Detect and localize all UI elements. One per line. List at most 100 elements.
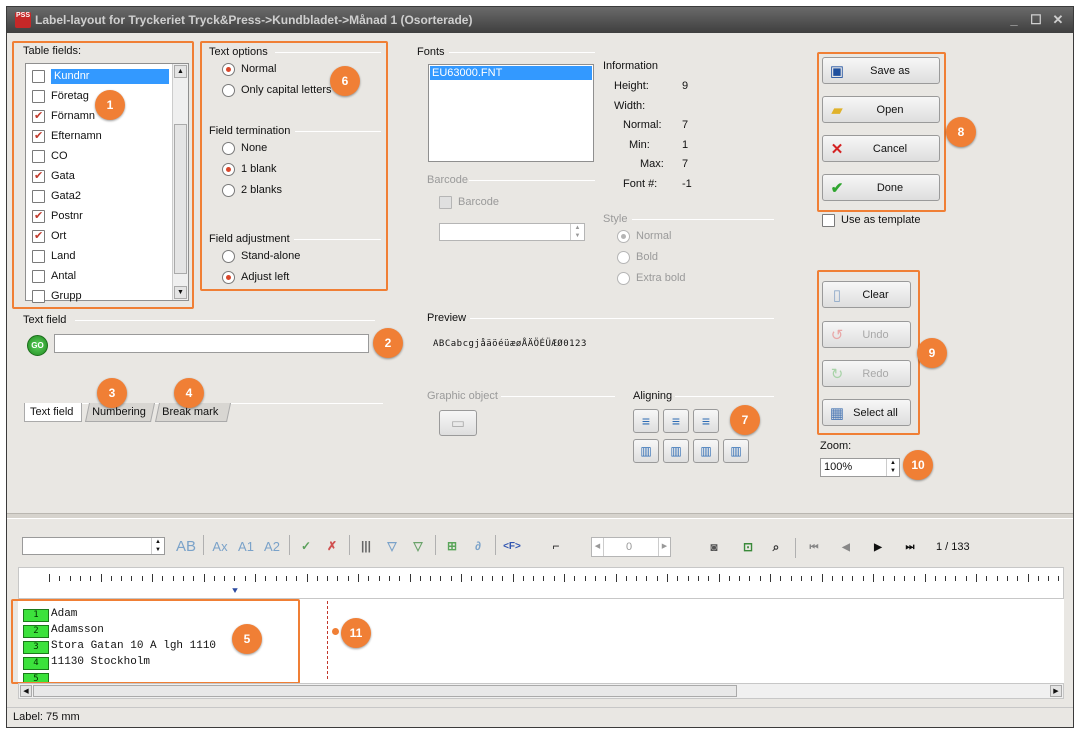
- valign-stagger-button[interactable]: ▥: [723, 439, 749, 463]
- spinner-right-icon[interactable]: ▶: [658, 538, 670, 556]
- ruler-tick: [327, 576, 329, 581]
- ruler-tick: [491, 576, 493, 581]
- field-tag-button[interactable]: <F>: [501, 535, 523, 557]
- ruler-tick: [770, 574, 771, 582]
- field-adjustment-radio[interactable]: [222, 271, 235, 284]
- camera-button[interactable]: ◙: [703, 536, 725, 558]
- ruler-tick: [996, 576, 998, 581]
- open-button[interactable]: ▰ Open: [822, 96, 940, 123]
- cancel-button[interactable]: ✕ Cancel: [822, 135, 940, 162]
- next-page-button[interactable]: ▶: [867, 536, 889, 558]
- red-x-icon: ✕: [830, 140, 844, 158]
- splitter[interactable]: [7, 513, 1073, 519]
- align-center-button[interactable]: ≡: [663, 409, 689, 433]
- use-as-template-checkbox[interactable]: [822, 214, 835, 227]
- ruler-tick: [152, 574, 153, 582]
- horizontal-scrollbar[interactable]: ◀ ▶: [18, 683, 1064, 699]
- ruler-marker-icon[interactable]: ⯆: [231, 586, 239, 597]
- ruler-tick: [203, 574, 205, 582]
- text-options-radio[interactable]: [222, 84, 235, 97]
- text-field-input[interactable]: [54, 334, 369, 353]
- zoom-arrows-icon[interactable]: ▲ ▼: [886, 459, 899, 476]
- ab-button[interactable]: AB: [175, 535, 197, 557]
- field-termination-radio[interactable]: [222, 142, 235, 155]
- close-button[interactable]: ✕: [1051, 12, 1065, 28]
- badge-5: 5: [232, 624, 262, 654]
- ruler-tick: [873, 574, 874, 582]
- valign-middle-button[interactable]: ▥: [663, 439, 689, 463]
- horizontal-scroll-thumb[interactable]: [33, 685, 737, 697]
- ruler-tick: [1048, 576, 1050, 581]
- align-right-button[interactable]: ≡: [693, 409, 719, 433]
- first-page-button[interactable]: ⏮: [803, 536, 825, 558]
- uncheck-field-button[interactable]: ✗: [321, 535, 343, 557]
- graphic-object-button[interactable]: ▭: [439, 410, 477, 436]
- spinner-arrows-icon[interactable]: ▲ ▼: [570, 224, 584, 240]
- valign-top-button[interactable]: ▥: [633, 439, 659, 463]
- font-select[interactable]: ▲ ▼: [22, 537, 165, 555]
- font-item-selected[interactable]: EU63000.FNT: [430, 66, 592, 80]
- clear-button[interactable]: ▯ Clear: [822, 281, 911, 308]
- zoom-search-button[interactable]: ⌕: [765, 536, 787, 558]
- last-page-button[interactable]: ⏭: [899, 536, 921, 558]
- valign-bottom-button[interactable]: ▥: [693, 439, 719, 463]
- barcode-group-label: Barcode: [427, 174, 468, 186]
- ax-button[interactable]: Ax: [209, 535, 231, 557]
- a1-button[interactable]: A1: [235, 535, 257, 557]
- info-label: Min:: [629, 138, 650, 151]
- font-select-arrows-icon[interactable]: ▲ ▼: [151, 538, 164, 554]
- field-termination-radio[interactable]: [222, 163, 235, 176]
- text-options-option-label: Normal: [241, 63, 277, 75]
- zoom-label: Zoom:: [820, 440, 852, 452]
- done-button[interactable]: ✔ Done: [822, 174, 940, 201]
- spinner-left-icon[interactable]: ◀: [592, 538, 604, 556]
- style-radio[interactable]: [617, 230, 630, 243]
- tab-text-field[interactable]: Text field: [24, 403, 82, 422]
- previous-page-button[interactable]: ◀: [835, 536, 857, 558]
- info-value: 7: [682, 119, 689, 131]
- redo-button[interactable]: ↻ Redo: [822, 360, 911, 387]
- toolbar-separator: [435, 535, 436, 555]
- badge-3: 3: [97, 378, 127, 408]
- a2-button[interactable]: A2: [261, 535, 283, 557]
- ruler-tick: [512, 574, 514, 582]
- value-spinner[interactable]: ◀ 0 ▶: [591, 537, 671, 557]
- ruler-tick: [955, 576, 957, 581]
- field-termination-label: Field termination: [209, 125, 291, 137]
- attach-button[interactable]: ∂: [467, 535, 489, 557]
- tab-numbering[interactable]: Numbering: [84, 403, 156, 422]
- go-button[interactable]: GO: [27, 335, 48, 356]
- zoom-spinner[interactable]: 100% ▲ ▼: [820, 458, 900, 477]
- ruler-tick: [1017, 576, 1019, 581]
- filter-button[interactable]: ▽: [381, 535, 403, 557]
- corner-marker-button[interactable]: ⌐: [545, 535, 567, 557]
- field-termination-radio[interactable]: [222, 184, 235, 197]
- barcode-type-spinner[interactable]: ▲ ▼: [439, 223, 585, 241]
- style-radio[interactable]: [617, 272, 630, 285]
- text-field-label: Text field: [23, 314, 67, 326]
- text-options-radio[interactable]: [222, 63, 235, 76]
- minimize-button[interactable]: _: [1007, 12, 1021, 28]
- field-adjustment-radio[interactable]: [222, 250, 235, 263]
- maximize-button[interactable]: ☐: [1029, 12, 1043, 28]
- main-window: PSS Label-layout for Tryckeriet Tryck&Pr…: [6, 6, 1074, 728]
- save-as-button[interactable]: ▣ Save as: [822, 57, 940, 84]
- info-value: -1: [682, 177, 692, 190]
- export-button[interactable]: ⊡: [737, 536, 759, 558]
- align-left-button[interactable]: ≡: [633, 409, 659, 433]
- undo-button[interactable]: ↺ Undo: [822, 321, 911, 348]
- ruler-tick: [409, 574, 411, 582]
- add-field-button[interactable]: ⊞: [441, 535, 463, 557]
- ruler-tick: [965, 576, 967, 581]
- barcode-button[interactable]: |||: [355, 535, 377, 557]
- scroll-left-icon[interactable]: ◀: [20, 685, 32, 697]
- filter-check-button[interactable]: ▽: [407, 535, 429, 557]
- style-radio[interactable]: [617, 251, 630, 264]
- marker-dot-icon: [332, 628, 339, 635]
- toolbar-separator: [349, 535, 350, 555]
- fonts-list[interactable]: EU63000.FNT: [428, 64, 594, 162]
- scroll-right-icon[interactable]: ▶: [1050, 685, 1062, 697]
- barcode-checkbox[interactable]: [439, 196, 452, 209]
- select-all-button[interactable]: ▦ Select all: [822, 399, 911, 426]
- check-field-button[interactable]: ✓: [295, 535, 317, 557]
